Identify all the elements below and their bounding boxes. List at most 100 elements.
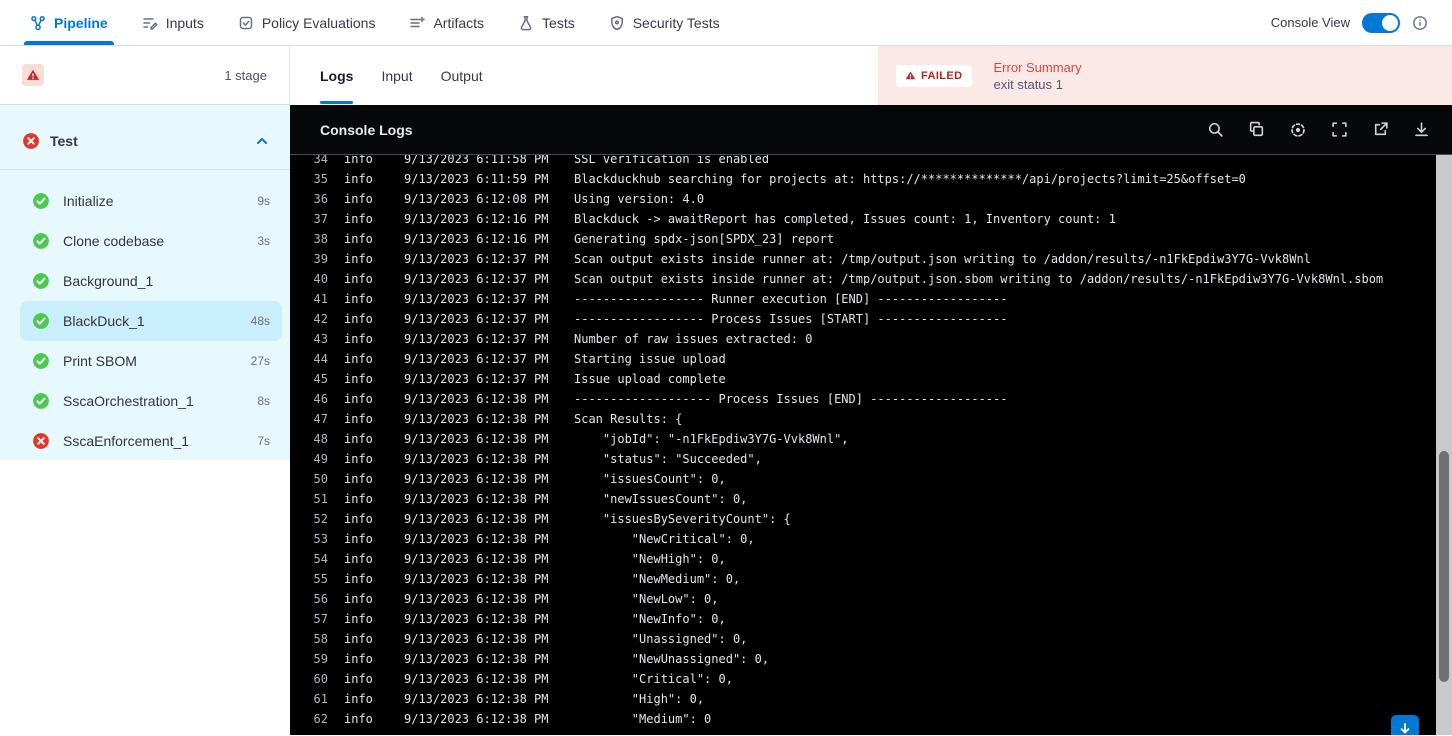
log-message: Scan Results: { (574, 412, 683, 426)
log-level: info (344, 692, 373, 706)
log-timestamp: 9/13/2023 6:12:38 PM (404, 572, 549, 586)
log-message: "Unassigned": 0, (574, 632, 748, 646)
log-timestamp: 9/13/2023 6:12:38 PM (404, 692, 549, 706)
scrollbar-thumb[interactable] (1439, 451, 1449, 682)
log-message: "issuesBySeverityCount": { (574, 512, 791, 526)
chevron-up-icon[interactable] (254, 133, 270, 149)
log-line-number: 35 (313, 172, 328, 186)
step-initialize[interactable]: Initialize 9s (20, 181, 282, 221)
log-level: info (344, 312, 373, 326)
open-in-new-icon[interactable] (1372, 121, 1389, 139)
log-line: 58 info 9/13/2023 6:12:38 PM "Unassigned":… (304, 629, 1452, 649)
log-line: 48 info 9/13/2023 6:12:38 PM "jobId": "-n1… (304, 429, 1452, 449)
log-line: 39 info 9/13/2023 6:12:37 PM Scan output ex… (304, 249, 1452, 269)
log-timestamp: 9/13/2023 6:12:37 PM (404, 332, 549, 346)
console-scrollbar[interactable] (1436, 155, 1452, 735)
step-sscaorchestration-1[interactable]: SscaOrchestration_1 8s (20, 381, 282, 421)
tab-label: Artifacts (433, 14, 485, 31)
log-line-number: 61 (313, 692, 328, 706)
error-summary-title: Error Summary (993, 59, 1082, 75)
artifacts-icon (409, 15, 426, 31)
log-message: Starting issue upload (574, 352, 726, 366)
stage-summary-bar: 1 stage (0, 46, 290, 105)
scroll-to-bottom-button[interactable] (1391, 715, 1419, 735)
log-timestamp: 9/13/2023 6:12:37 PM (404, 312, 549, 326)
step-clone-codebase[interactable]: Clone codebase 3s (20, 221, 282, 261)
log-timestamp: 9/13/2023 6:12:37 PM (404, 352, 549, 366)
log-message: "NewInfo": 0, (574, 612, 726, 626)
log-line-number: 49 (313, 452, 328, 466)
log-level: info (344, 532, 373, 546)
step-background-1[interactable]: Background_1 (20, 261, 282, 301)
log-line: 34 info 9/13/2023 6:11:58 PM SSL verificati… (304, 155, 1452, 169)
tab-tests[interactable]: Tests (518, 0, 575, 45)
log-level: info (344, 592, 373, 606)
tab-label: Policy Evaluations (261, 14, 376, 31)
log-tab-bar: Logs Input Output FAILED Error Summary exi… (290, 46, 1452, 105)
tab-policy-evaluations[interactable]: Policy Evaluations (238, 0, 376, 45)
console-header: Console Logs (290, 105, 1452, 155)
tab-output[interactable]: Output (441, 46, 483, 105)
log-line: 54 info 9/13/2023 6:12:38 PM "NewHigh": 0, (304, 549, 1452, 569)
tab-label: Pipeline (54, 14, 108, 31)
log-level: info (344, 712, 373, 726)
check-circle-icon (32, 232, 50, 250)
step-blackduck-1[interactable]: BlackDuck_1 48s (20, 301, 282, 341)
step-duration: 8s (257, 394, 270, 408)
step-sscaenforcement-1[interactable]: SscaEnforcement_1 7s (20, 421, 282, 461)
tab-artifacts[interactable]: Artifacts (409, 0, 484, 45)
log-timestamp: 9/13/2023 6:11:58 PM (404, 155, 549, 166)
log-message: Number of raw issues extracted: 0 (574, 332, 813, 346)
log-line-number: 47 (313, 412, 328, 426)
log-line-number: 54 (313, 552, 328, 566)
fullscreen-icon[interactable] (1331, 121, 1348, 139)
copy-icon[interactable] (1248, 121, 1265, 139)
tab-security-tests[interactable]: Security Tests (609, 0, 720, 45)
settings-icon[interactable] (1289, 121, 1307, 139)
stage-header-test[interactable]: Test (0, 105, 290, 169)
console-view-toggle[interactable] (1362, 12, 1400, 33)
tab-input[interactable]: Input (381, 46, 412, 105)
log-line: 53 info 9/13/2023 6:12:38 PM "NewCritical"… (304, 529, 1452, 549)
search-icon[interactable] (1207, 121, 1224, 139)
log-timestamp: 9/13/2023 6:12:38 PM (404, 412, 549, 426)
log-line-number: 50 (313, 472, 328, 486)
step-name: Print SBOM (63, 353, 137, 369)
step-list: Initialize 9s Clone codebase 3s Background_1… (0, 170, 290, 461)
inputs-icon (142, 15, 158, 31)
tab-pipeline[interactable]: Pipeline (24, 0, 114, 45)
log-level: info (344, 212, 373, 226)
download-icon[interactable] (1413, 121, 1430, 139)
log-level: info (344, 372, 373, 386)
log-line: 47 info 9/13/2023 6:12:38 PM Scan Results: … (304, 409, 1452, 429)
log-line: 57 info 9/13/2023 6:12:38 PM "NewInfo": 0, (304, 609, 1452, 629)
log-line-number: 46 (313, 392, 328, 406)
log-line: 46 info 9/13/2023 6:12:38 PM --------------… (304, 389, 1452, 409)
tab-logs[interactable]: Logs (320, 46, 354, 105)
log-line: 49 info 9/13/2023 6:12:38 PM "status": "Su… (304, 449, 1452, 469)
log-timestamp: 9/13/2023 6:12:38 PM (404, 612, 549, 626)
step-print-sbom[interactable]: Print SBOM 27s (20, 341, 282, 381)
log-timestamp: 9/13/2023 6:12:38 PM (404, 392, 549, 406)
log-line: 59 info 9/13/2023 6:12:38 PM "NewUnassigne… (304, 649, 1452, 669)
error-summary-message: exit status 1 (993, 76, 1063, 92)
check-circle-icon (32, 352, 50, 370)
log-timestamp: 9/13/2023 6:12:38 PM (404, 472, 549, 486)
tab-label: Inputs (165, 14, 204, 31)
log-level: info (344, 432, 373, 446)
log-level: info (344, 492, 373, 506)
log-level: info (344, 472, 373, 486)
step-name: SscaOrchestration_1 (63, 393, 194, 409)
info-icon[interactable] (1412, 15, 1428, 31)
log-line-number: 52 (313, 512, 328, 526)
log-message: ------------------ Process Issues [START… (574, 312, 1008, 326)
step-duration: 27s (250, 354, 270, 368)
log-line: 43 info 9/13/2023 6:12:37 PM Number of raw … (304, 329, 1452, 349)
log-timestamp: 9/13/2023 6:12:38 PM (404, 532, 549, 546)
tab-label: Tests (542, 14, 575, 31)
tab-inputs[interactable]: Inputs (142, 0, 204, 45)
status-badge: FAILED (896, 64, 972, 87)
log-message: Blackduckhub searching for projects at: … (574, 172, 1246, 186)
policy-evaluations-icon (238, 15, 254, 31)
log-line: 52 info 9/13/2023 6:12:38 PM "issuesBySeve… (304, 509, 1452, 529)
